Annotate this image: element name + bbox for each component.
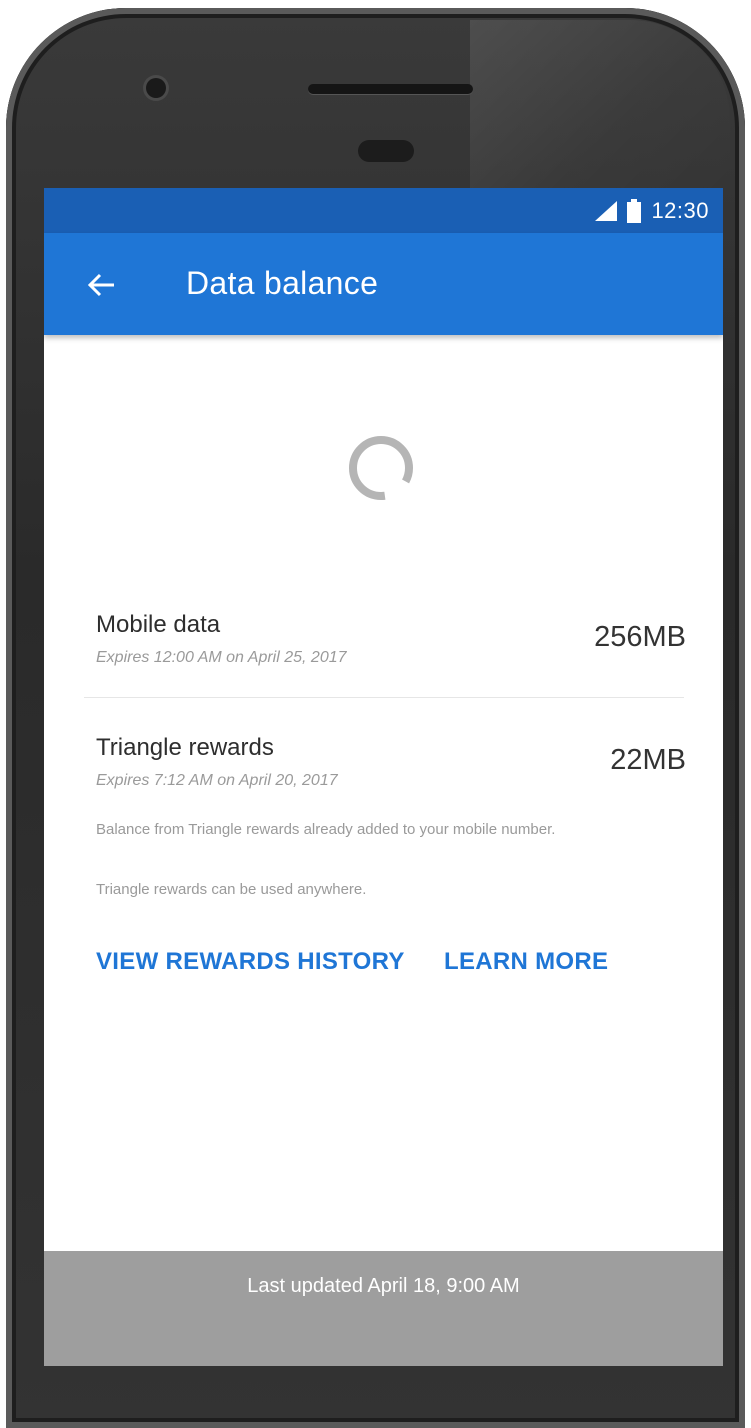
loading-spinner-icon: [346, 433, 416, 503]
phone-frame: 12:30 Data balance Mobile data Expires 1…: [0, 0, 751, 1428]
front-camera: [146, 78, 166, 98]
phone-shine: [470, 20, 730, 190]
balance-amount: 256MB: [594, 621, 686, 653]
balance-item-mobile-data: Mobile data Expires 12:00 AM on April 25…: [96, 611, 686, 667]
back-arrow-icon[interactable]: [86, 269, 118, 301]
balance-item-triangle-rewards: Triangle rewards Expires 7:12 AM on Apri…: [96, 734, 686, 790]
page-title: Data balance: [186, 265, 379, 301]
app-bar: Data balance: [44, 233, 723, 335]
battery-icon: [627, 199, 642, 223]
earpiece-speaker: [308, 84, 473, 94]
last-updated-text: Last updated April 18, 9:00 AM: [247, 1275, 520, 1297]
learn-more-button[interactable]: LEARN MORE: [444, 948, 608, 976]
status-icons: 12:30: [595, 198, 709, 224]
view-rewards-history-button[interactable]: VIEW REWARDS HISTORY: [96, 948, 405, 976]
status-bar: 12:30: [44, 188, 723, 233]
balance-expiry: Expires 7:12 AM on April 20, 2017: [96, 772, 338, 789]
screen: 12:30 Data balance Mobile data Expires 1…: [44, 188, 723, 1366]
divider: [84, 697, 684, 698]
rewards-note: Balance from Triangle rewards already ad…: [96, 821, 556, 838]
balance-title: Triangle rewards: [96, 734, 274, 761]
status-time: 12:30: [651, 198, 709, 223]
balance-amount: 22MB: [610, 744, 686, 776]
rewards-usage-note: Triangle rewards can be used anywhere.: [96, 881, 367, 898]
footer-bar: Last updated April 18, 9:00 AM: [44, 1251, 723, 1366]
proximity-sensor: [358, 140, 414, 162]
signal-icon: [595, 201, 618, 221]
